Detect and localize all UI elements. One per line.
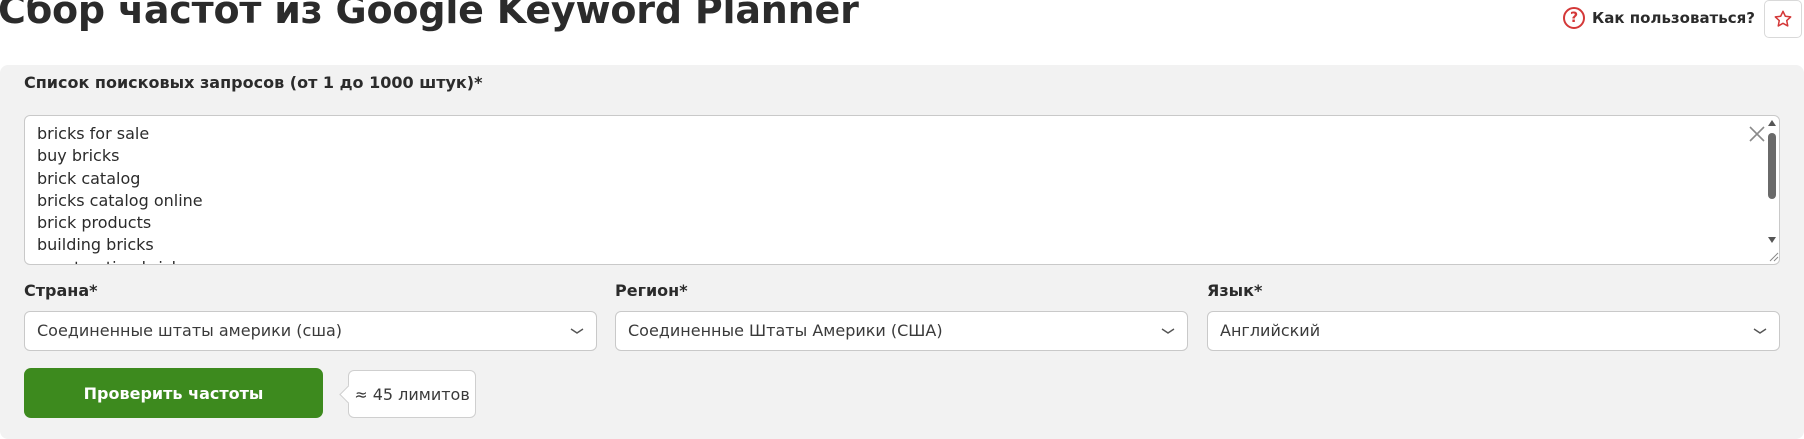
country-select[interactable]: Соединенные штаты америки (сша) bbox=[24, 311, 597, 351]
queries-textarea[interactable]: bricks for sale buy bricks brick catalog… bbox=[24, 115, 1780, 265]
scroll-up-arrow-icon[interactable] bbox=[1768, 120, 1776, 126]
queries-scrollbar[interactable] bbox=[1765, 116, 1779, 264]
check-frequencies-button[interactable]: Проверить частоты bbox=[24, 368, 323, 418]
favorite-button[interactable] bbox=[1764, 0, 1802, 38]
star-outline-icon bbox=[1774, 10, 1792, 27]
page: Сбор частот из Google Keyword Planner ? … bbox=[0, 0, 1804, 439]
region-select[interactable]: Соединенные Штаты Америки (США) bbox=[615, 311, 1188, 351]
chevron-down-icon bbox=[1753, 328, 1767, 334]
language-select[interactable]: Английский bbox=[1207, 311, 1780, 351]
scroll-down-arrow-icon[interactable] bbox=[1768, 237, 1776, 243]
scroll-thumb[interactable] bbox=[1768, 133, 1776, 199]
close-icon[interactable] bbox=[1747, 124, 1767, 144]
country-label: Страна* bbox=[24, 281, 98, 300]
chevron-down-icon bbox=[570, 328, 584, 334]
chevron-down-icon bbox=[1161, 328, 1175, 334]
queries-text[interactable]: bricks for sale buy bricks brick catalog… bbox=[37, 123, 1737, 264]
limits-estimate-text: ≈ 45 лимитов bbox=[354, 384, 470, 404]
help-link[interactable]: ? Как пользоваться? bbox=[1563, 7, 1755, 29]
language-label: Язык* bbox=[1207, 281, 1263, 300]
region-select-value: Соединенные Штаты Америки (США) bbox=[628, 321, 943, 340]
country-select-value: Соединенные штаты америки (сша) bbox=[37, 321, 343, 340]
form-panel: Список поисковых запросов (от 1 до 1000 … bbox=[0, 65, 1804, 439]
help-link-label: Как пользоваться? bbox=[1592, 9, 1755, 27]
limits-estimate-badge: ≈ 45 лимитов bbox=[348, 370, 476, 418]
question-circle-icon: ? bbox=[1563, 7, 1585, 29]
region-label: Регион* bbox=[615, 281, 688, 300]
page-title: Сбор частот из Google Keyword Planner bbox=[0, 0, 859, 32]
queries-label: Список поисковых запросов (от 1 до 1000 … bbox=[24, 73, 483, 92]
resize-grip-icon[interactable] bbox=[1767, 250, 1779, 262]
language-select-value: Английский bbox=[1220, 321, 1321, 340]
